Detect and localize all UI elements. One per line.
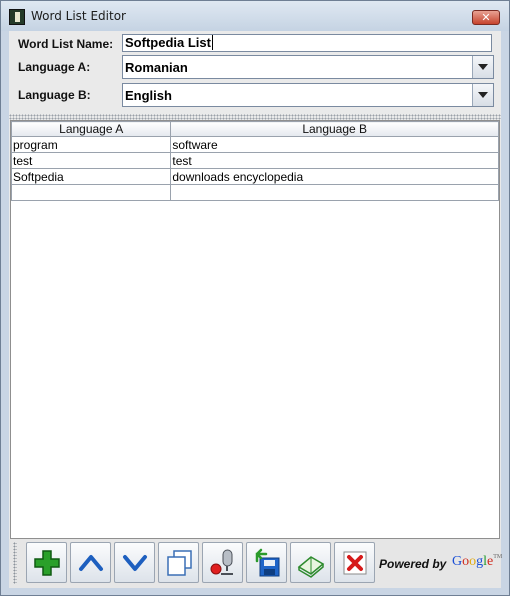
column-header-language-b[interactable]: Language B <box>170 121 499 137</box>
table-cell[interactable]: software <box>170 136 499 153</box>
table-cell[interactable]: test <box>10 152 172 169</box>
column-header-language-a[interactable]: Language A <box>10 121 172 137</box>
table-row[interactable]: Softpedia downloads encyclopedia <box>10 168 499 185</box>
language-a-select[interactable]: Romanian <box>122 55 494 79</box>
editor-content: Word List Name: Softpedia List Language … <box>9 31 503 588</box>
open-book-icon <box>297 556 325 578</box>
copy-icon <box>167 550 192 576</box>
move-up-button[interactable] <box>70 542 111 583</box>
add-icon <box>34 550 60 576</box>
app-icon <box>9 9 25 25</box>
language-b-select[interactable]: English <box>122 83 494 107</box>
google-logo: GoogleTM <box>452 554 503 569</box>
toolbar: Powered by GoogleTM <box>9 539 503 588</box>
chevron-down-icon[interactable] <box>472 56 493 78</box>
language-a-label: Language A: <box>18 60 91 74</box>
window-title: Word List Editor <box>31 9 126 23</box>
table-row[interactable] <box>10 184 499 201</box>
language-a-value: Romanian <box>125 60 188 75</box>
move-down-button[interactable] <box>114 542 155 583</box>
word-list-name-label: Word List Name: <box>18 37 114 51</box>
copy-button[interactable] <box>158 542 199 583</box>
record-icon <box>210 549 233 575</box>
powered-by-label: Powered by <box>379 557 447 571</box>
table-row[interactable]: program software <box>10 136 499 153</box>
word-list-name-input[interactable]: Softpedia List <box>122 34 492 52</box>
table-cell[interactable]: Softpedia <box>10 168 172 185</box>
chevron-down-icon[interactable] <box>472 84 493 106</box>
table-cell[interactable]: program <box>10 136 172 153</box>
title-bar[interactable]: Word List Editor ✕ <box>1 1 509 31</box>
delete-icon <box>343 551 367 575</box>
delete-button[interactable] <box>334 542 375 583</box>
close-button[interactable]: ✕ <box>472 10 500 25</box>
table-cell[interactable] <box>10 184 172 201</box>
language-b-value: English <box>125 88 172 103</box>
record-button[interactable] <box>202 542 243 583</box>
move-down-icon <box>123 555 147 571</box>
open-book-button[interactable] <box>290 542 331 583</box>
table-cell[interactable]: test <box>170 152 499 169</box>
word-table: Language A Language B program software t… <box>10 120 500 539</box>
table-cell[interactable]: downloads encyclopedia <box>170 168 499 185</box>
close-icon: ✕ <box>481 11 491 24</box>
table-cell[interactable] <box>170 184 499 201</box>
word-list-editor-window: Word List Editor ✕ Word List Name: Softp… <box>0 0 510 596</box>
language-b-row: Language B: English <box>9 83 501 109</box>
toolbar-grip[interactable] <box>13 542 17 584</box>
table-row[interactable]: test test <box>10 152 499 169</box>
language-a-row: Language A: Romanian <box>9 55 501 81</box>
move-up-icon <box>79 555 103 571</box>
save-button[interactable] <box>246 542 287 583</box>
save-icon <box>255 548 280 577</box>
language-b-label: Language B: <box>18 88 91 102</box>
add-button[interactable] <box>26 542 67 583</box>
